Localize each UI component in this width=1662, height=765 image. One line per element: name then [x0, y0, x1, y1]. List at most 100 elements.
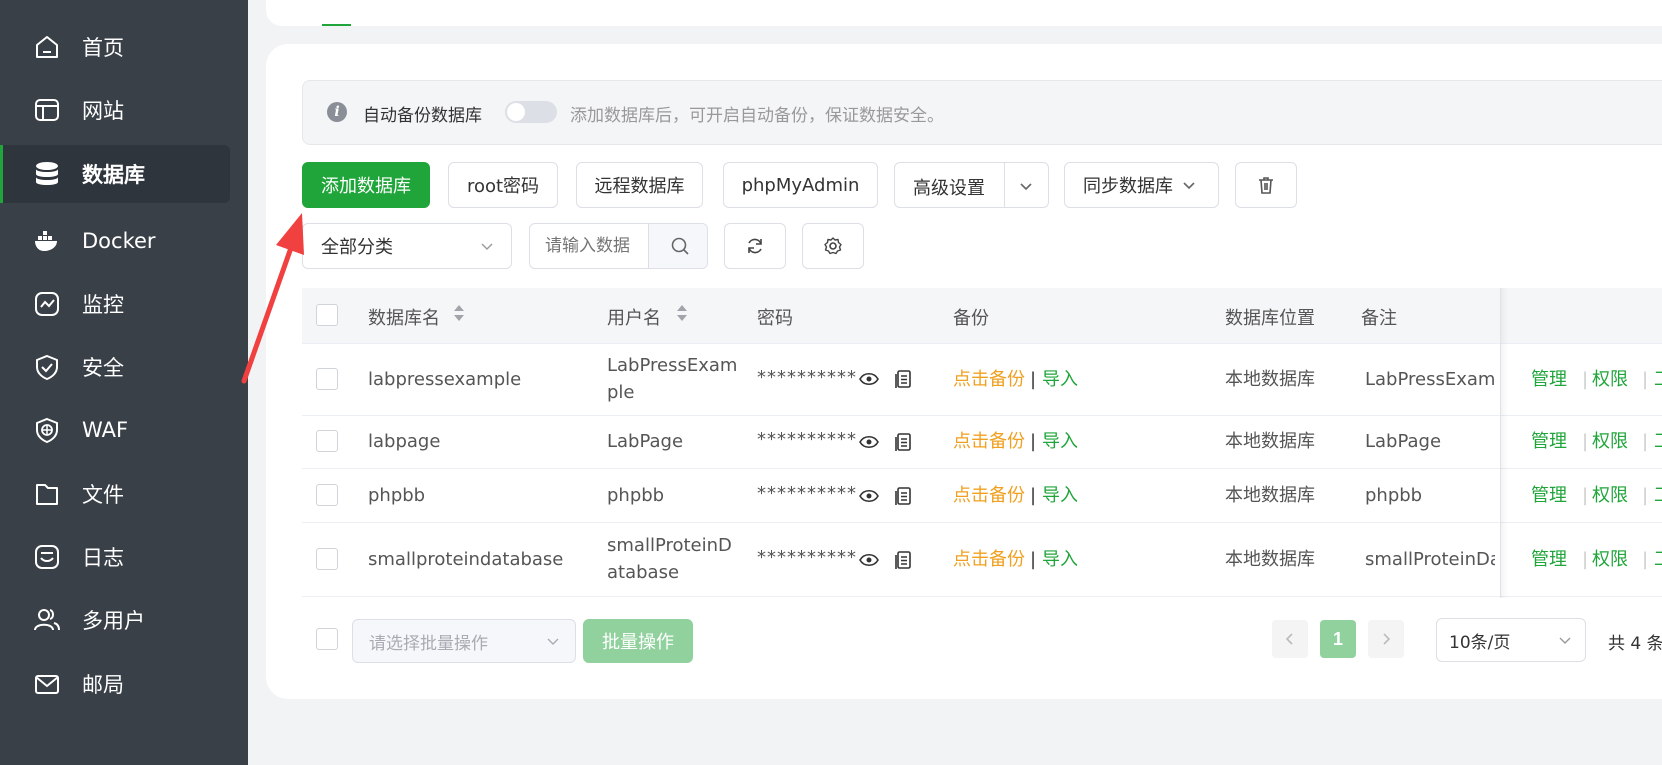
- manage-link[interactable]: 管理: [1531, 366, 1567, 393]
- sidebar-item-label: 网站: [82, 99, 124, 123]
- more-link[interactable]: 工: [1654, 428, 1662, 455]
- copy-icon[interactable]: [894, 486, 912, 506]
- permission-link[interactable]: 权限: [1592, 482, 1628, 509]
- auto-backup-hint: 添加数据库后，可开启自动备份，保证数据安全。: [570, 106, 944, 126]
- manage-link[interactable]: 管理: [1531, 546, 1567, 573]
- search-icon: [670, 236, 690, 256]
- copy-icon[interactable]: [894, 550, 912, 570]
- database-icon: [33, 160, 61, 188]
- page-size-value: 10条/页: [1449, 632, 1511, 653]
- header-username[interactable]: 用户名: [607, 304, 661, 330]
- sidebar-item-mail[interactable]: 邮局: [0, 655, 248, 713]
- category-select-value: 全部分类: [321, 237, 393, 258]
- phpmyadmin-button[interactable]: phpMyAdmin: [723, 162, 878, 208]
- auto-backup-label: 自动备份数据库: [363, 106, 482, 126]
- waf-icon: [33, 416, 61, 444]
- users-icon: [33, 606, 61, 634]
- permission-link[interactable]: 权限: [1592, 546, 1628, 573]
- db-note: phpbb: [1365, 485, 1423, 506]
- advanced-settings-dropdown[interactable]: 高级设置: [894, 162, 1049, 208]
- select-all-checkbox[interactable]: [316, 304, 338, 326]
- page-number[interactable]: 1: [1320, 620, 1356, 658]
- db-location: 本地数据库: [1225, 549, 1315, 570]
- more-link[interactable]: 工: [1654, 366, 1662, 393]
- divider: |: [1642, 369, 1649, 390]
- sidebar-item-waf[interactable]: WAF: [0, 401, 248, 459]
- table-row: smallproteindatabase smallProteinD ataba…: [302, 523, 1662, 597]
- copy-icon[interactable]: [894, 432, 912, 452]
- db-password: **********: [757, 429, 857, 450]
- home-icon: [33, 33, 61, 61]
- header-db-name[interactable]: 数据库名: [368, 304, 440, 330]
- search-input[interactable]: [530, 224, 648, 268]
- prev-page-button[interactable]: [1272, 620, 1308, 658]
- copy-icon[interactable]: [894, 369, 912, 389]
- db-password: **********: [757, 367, 857, 388]
- sidebar-item-docker[interactable]: Docker: [0, 212, 248, 270]
- batch-operation-button[interactable]: 批量操作: [583, 619, 693, 663]
- import-link[interactable]: 导入: [1042, 366, 1078, 393]
- sidebar-item-website[interactable]: 网站: [0, 81, 248, 139]
- sidebar-item-label: 文件: [82, 483, 124, 507]
- sidebar-item-monitor[interactable]: 监控: [0, 275, 248, 333]
- eye-icon[interactable]: [859, 433, 879, 451]
- remote-database-button[interactable]: 远程数据库: [576, 162, 703, 208]
- backup-link[interactable]: 点击备份: [953, 428, 1025, 455]
- manage-link[interactable]: 管理: [1531, 482, 1567, 509]
- sort-icon[interactable]: [453, 302, 465, 324]
- backup-link[interactable]: 点击备份: [953, 482, 1025, 509]
- divider: |: [1582, 431, 1589, 452]
- row-checkbox[interactable]: [316, 430, 338, 452]
- sidebar-item-home[interactable]: 首页: [0, 18, 248, 76]
- chevron-down-icon: [545, 633, 561, 649]
- divider: |: [1582, 485, 1589, 506]
- divider: |: [1030, 369, 1037, 390]
- sync-database-dropdown[interactable]: 同步数据库: [1064, 162, 1219, 208]
- search-button[interactable]: [648, 224, 707, 268]
- docker-icon: [33, 227, 61, 255]
- sidebar-item-logs[interactable]: 日志: [0, 528, 248, 586]
- batch-operation-placeholder: 请选择批量操作: [369, 633, 488, 654]
- sidebar-item-users[interactable]: 多用户: [0, 591, 248, 649]
- auto-backup-toggle[interactable]: [505, 101, 557, 123]
- import-link[interactable]: 导入: [1042, 482, 1078, 509]
- refresh-button[interactable]: [724, 223, 786, 269]
- more-link[interactable]: 工: [1654, 482, 1662, 509]
- row-checkbox[interactable]: [316, 548, 338, 570]
- delete-button[interactable]: [1235, 162, 1297, 208]
- add-database-button[interactable]: 添加数据库: [302, 162, 430, 208]
- trash-icon: [1256, 175, 1276, 195]
- eye-icon[interactable]: [859, 551, 879, 569]
- settings-button[interactable]: [802, 223, 864, 269]
- more-link[interactable]: 工: [1654, 546, 1662, 573]
- permission-link[interactable]: 权限: [1592, 428, 1628, 455]
- sidebar-item-label: 监控: [82, 293, 124, 317]
- sort-icon[interactable]: [676, 302, 688, 324]
- permission-link[interactable]: 权限: [1592, 366, 1628, 393]
- import-link[interactable]: 导入: [1042, 546, 1078, 573]
- db-username: phpbb: [607, 485, 665, 506]
- batch-operation-select[interactable]: 请选择批量操作: [352, 619, 576, 663]
- refresh-icon: [745, 236, 765, 256]
- sidebar-item-security[interactable]: 安全: [0, 338, 248, 396]
- eye-icon[interactable]: [859, 487, 879, 505]
- page-size-select[interactable]: 10条/页: [1436, 618, 1586, 662]
- footer-select-all-checkbox[interactable]: [316, 628, 338, 650]
- root-password-button[interactable]: root密码: [448, 162, 558, 208]
- backup-link[interactable]: 点击备份: [953, 366, 1025, 393]
- sidebar-item-files[interactable]: 文件: [0, 465, 248, 523]
- eye-icon[interactable]: [859, 370, 879, 388]
- chevron-down-icon[interactable]: [1018, 178, 1034, 194]
- db-name: smallproteindatabase: [368, 549, 564, 570]
- import-link[interactable]: 导入: [1042, 428, 1078, 455]
- row-checkbox[interactable]: [316, 368, 338, 390]
- next-page-button[interactable]: [1368, 620, 1404, 658]
- category-select[interactable]: 全部分类: [302, 223, 512, 269]
- row-checkbox[interactable]: [316, 484, 338, 506]
- table-row: labpage LabPage ********** 点击备份 | 导入 本地数…: [302, 416, 1662, 469]
- backup-link[interactable]: 点击备份: [953, 546, 1025, 573]
- sidebar-item-label: 日志: [82, 546, 124, 570]
- sidebar-item-database[interactable]: 数据库: [0, 145, 230, 203]
- db-password: **********: [757, 547, 857, 568]
- manage-link[interactable]: 管理: [1531, 428, 1567, 455]
